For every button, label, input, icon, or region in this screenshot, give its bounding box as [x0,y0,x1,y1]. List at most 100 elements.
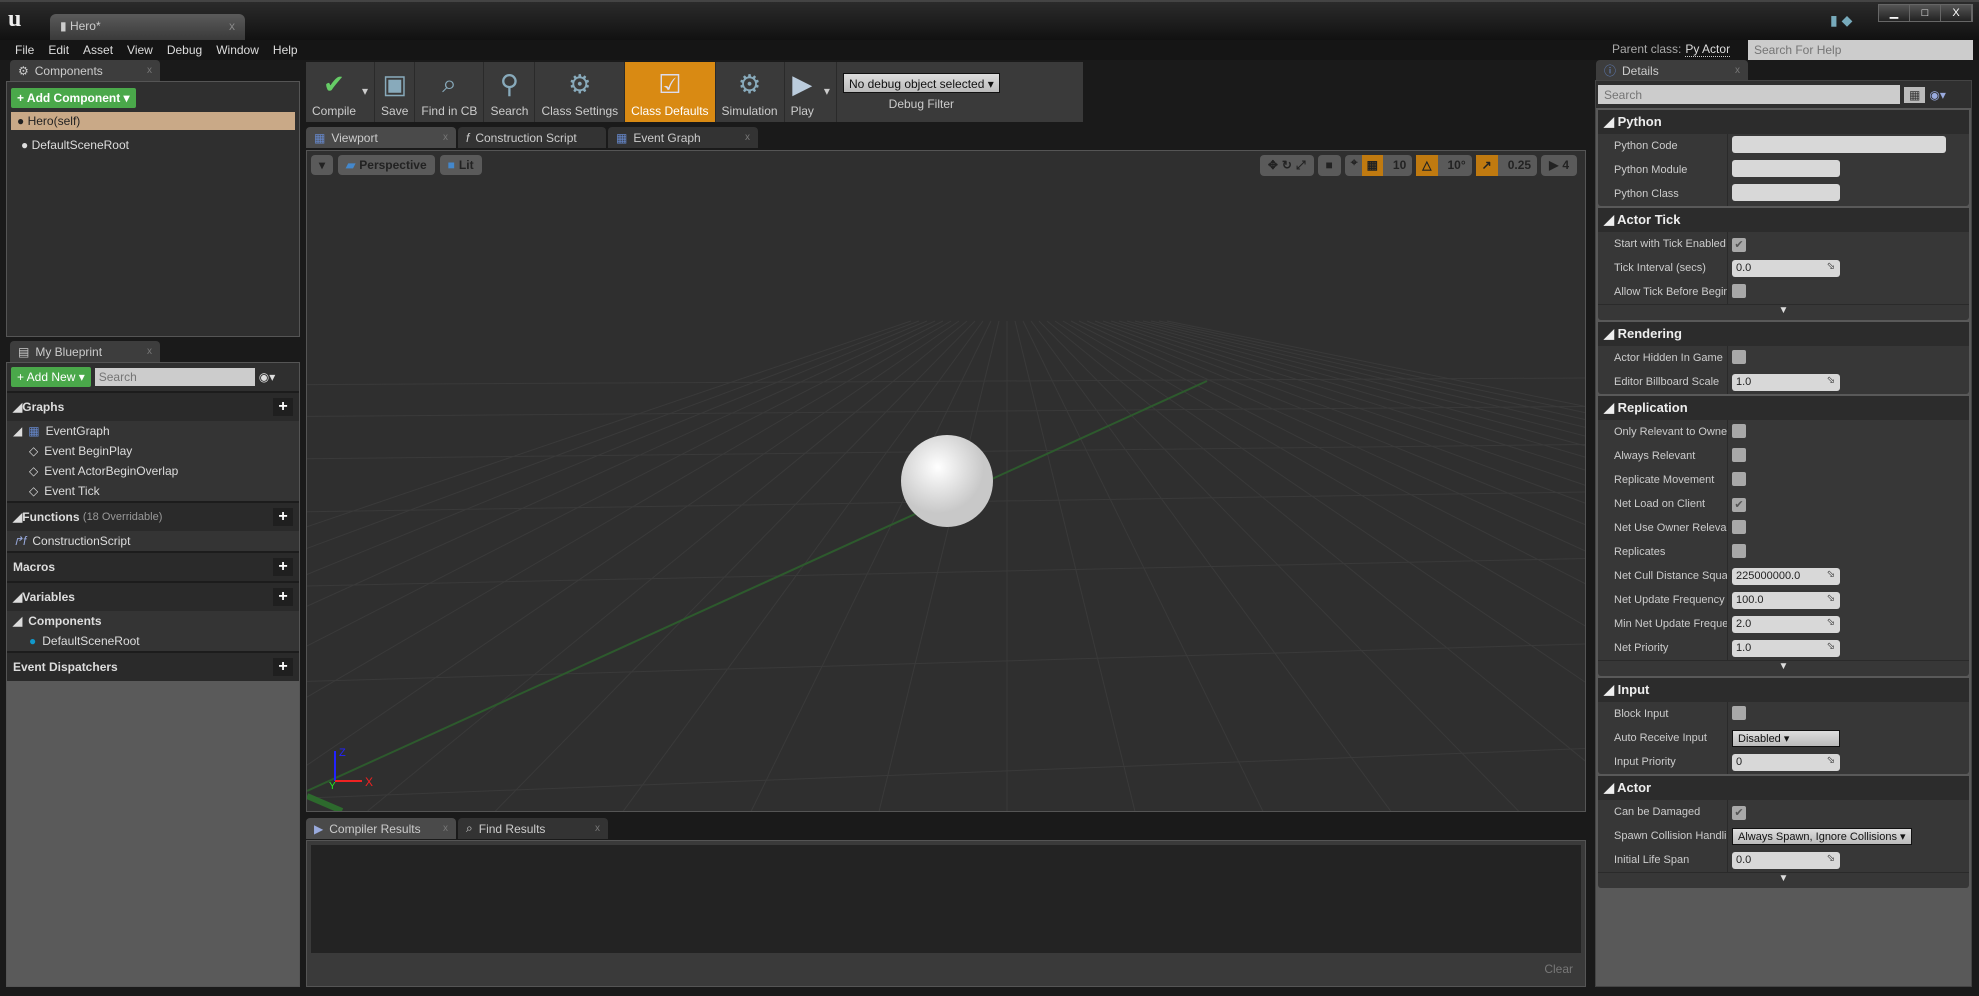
debug-object-select[interactable]: No debug object selected ▾ [842,73,1000,93]
section-header[interactable]: ◢ Python [1598,110,1969,134]
tab-my-blueprint[interactable]: ▤ My Blueprint x [10,341,160,362]
component-item-hero[interactable]: ● Hero(self) [11,112,295,130]
visibility-eye-icon[interactable]: ◉▾ [259,370,276,384]
event-item[interactable]: ◇ Event BeginPlay [7,441,299,461]
drag-arrows-icon[interactable]: ⬂ [1827,853,1835,864]
scale-snap[interactable]: ↗ 0.25 [1475,155,1538,176]
transform-tools[interactable]: ✥ ↻ ⤢ [1259,155,1314,176]
advanced-expand-icon[interactable]: ▼ [1598,660,1969,676]
search-button[interactable]: ⚲ Search [484,62,536,122]
add-new-button[interactable]: + Add New ▾ [11,367,91,387]
tab-construction-script[interactable]: f Construction Script [458,127,606,148]
grid-snap-value[interactable]: 10 [1387,155,1412,176]
functions-section[interactable]: ◢ Functions (18 Overridable) + [7,501,299,531]
add-component-button[interactable]: + Add Component ▾ [11,88,136,108]
menu-asset[interactable]: Asset [76,40,120,60]
checkbox[interactable] [1732,349,1746,364]
close-icon[interactable]: x [147,65,152,76]
text-field[interactable] [1732,160,1840,177]
variables-section[interactable]: ◢ Variables + [7,581,299,611]
compile-button[interactable]: ✔ Compile [312,69,356,118]
clear-button[interactable]: Clear [1544,962,1573,976]
component-item-defaultsceneroot[interactable]: ● DefaultSceneRoot [11,130,295,160]
tab-viewport[interactable]: ▦ Viewport x [306,127,456,148]
scale-arrow-icon[interactable]: ↗ [1475,155,1498,176]
drag-arrows-icon[interactable]: ⬂ [1827,261,1835,272]
menu-window[interactable]: Window [209,40,266,60]
drag-arrows-icon[interactable]: ⬂ [1827,641,1835,652]
scale-snap-value[interactable]: 0.25 [1502,155,1537,176]
simulation-button[interactable]: ⚙ Simulation [716,62,785,122]
macros-section[interactable]: Macros + [7,551,299,581]
minimize-button[interactable]: ▁ [1879,5,1910,21]
menu-view[interactable]: View [120,40,160,60]
advanced-expand-icon[interactable]: ▼ [1598,304,1969,320]
number-field[interactable]: 225000000.0 ⬂ [1732,567,1840,585]
class-defaults-button[interactable]: ☑ Class Defaults [625,62,716,122]
add-dispatcher-button[interactable]: + [273,658,293,676]
grid-snap[interactable]: ⌖ ▦ 10 [1344,155,1413,176]
event-item[interactable]: ◇ Event Tick [7,481,299,501]
close-icon[interactable]: x [595,823,600,834]
camera-speed[interactable]: ▶ 4 [1541,155,1577,176]
number-field[interactable]: 1.0 ⬂ [1732,639,1840,657]
viewport-options-button[interactable]: ▾ [311,155,334,175]
visibility-eye-icon[interactable]: ◉▾ [1929,88,1946,102]
close-window-button[interactable]: X [1941,5,1972,21]
close-icon[interactable]: x [745,132,750,143]
dropdown[interactable]: Always Spawn, Ignore Collisions ▾ [1732,827,1912,845]
save-button[interactable]: ▣ Save [375,62,416,122]
rotation-snap[interactable]: △ 10° [1416,155,1472,176]
checkbox[interactable] [1732,283,1746,298]
tab-details[interactable]: ⓘ Details x [1596,60,1748,81]
blueprint-search-input[interactable] [94,368,255,386]
checkbox[interactable]: ✔ [1732,805,1746,820]
graphs-section[interactable]: ◢ Graphs + [7,391,299,421]
checkbox[interactable] [1732,423,1746,438]
number-field[interactable]: 0 ⬂ [1732,753,1840,771]
event-item[interactable]: ◇ Event ActorBeginOverlap [7,461,299,481]
checkbox[interactable] [1732,543,1746,558]
play-options-chevron-icon[interactable]: ▾ [824,84,830,98]
surface-snap-icon[interactable]: ⌖ [1351,155,1358,176]
menu-help[interactable]: Help [266,40,305,60]
checkbox[interactable] [1732,519,1746,534]
close-icon[interactable]: x [147,346,152,357]
checkbox[interactable] [1732,447,1746,462]
checkbox[interactable]: ✔ [1732,497,1746,512]
drag-arrows-icon[interactable]: ⬂ [1827,569,1835,580]
menu-file[interactable]: File [8,40,41,60]
variable-item[interactable]: ● DefaultSceneRoot [7,631,299,651]
number-field[interactable]: 2.0 ⬂ [1732,615,1840,633]
add-variable-button[interactable]: + [273,588,293,606]
add-macro-button[interactable]: + [273,558,293,576]
function-item[interactable]: ↱f ConstructionScript [7,531,299,551]
drag-arrows-icon[interactable]: ⬂ [1827,755,1835,766]
lit-button[interactable]: ■ Lit [439,155,482,175]
drag-arrows-icon[interactable]: ⬂ [1827,375,1835,386]
dropdown[interactable]: Disabled ▾ [1732,729,1840,747]
drag-arrows-icon[interactable]: ⬂ [1827,593,1835,604]
section-header[interactable]: ◢ Actor Tick [1598,208,1969,232]
number-field[interactable]: 0.0 ⬂ [1732,851,1840,869]
rotation-snap-value[interactable]: 10° [1442,155,1472,176]
tab-find-results[interactable]: ⌕ Find Results x [458,818,608,839]
text-field[interactable] [1732,184,1840,201]
number-field[interactable]: 0.0 ⬂ [1732,259,1840,277]
checkbox[interactable] [1732,471,1746,486]
perspective-button[interactable]: ▰ Perspective [338,155,435,175]
menu-debug[interactable]: Debug [160,40,209,60]
tab-compiler-results[interactable]: ▶ Compiler Results x [306,818,456,839]
grid-icon[interactable]: ▦ [1361,155,1383,176]
menu-edit[interactable]: Edit [41,40,76,60]
rotate-icon[interactable]: ↻ [1282,158,1292,173]
property-matrix-icon[interactable]: ▦ [1904,86,1926,103]
class-settings-button[interactable]: ⚙ Class Settings [535,62,626,122]
close-icon[interactable]: x [443,132,448,143]
parent-class-link[interactable]: Py Actor [1685,42,1731,57]
text-field[interactable] [1732,136,1946,153]
maximize-button[interactable]: □ [1910,5,1941,21]
components-category[interactable]: ◢ Components [7,611,299,631]
tab-components[interactable]: ⚙ Components x [10,60,160,81]
translate-icon[interactable]: ✥ [1268,158,1278,173]
